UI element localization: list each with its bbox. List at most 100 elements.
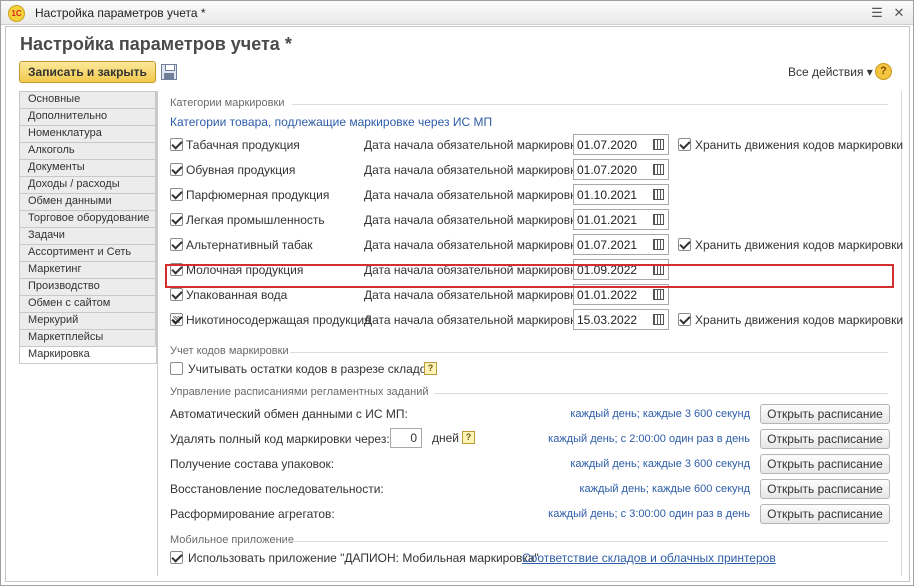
start-date-label: Дата начала обязательной маркировки:: [364, 313, 586, 327]
calendar-icon[interactable]: [650, 211, 667, 228]
start-date-field[interactable]: 01.07.2020: [573, 159, 669, 180]
calendar-icon[interactable]: [650, 286, 667, 303]
sidebar-item[interactable]: Маркетплейсы: [19, 329, 156, 346]
start-date-field[interactable]: 01.07.2021: [573, 234, 669, 255]
calendar-icon[interactable]: [650, 236, 667, 253]
keep-movements-label: Хранить движения кодов маркировки: [695, 238, 904, 252]
save-and-close-button[interactable]: Записать и закрыть: [19, 61, 156, 83]
main-window: 1С Настройка параметров учета * ☰ ✕ Наст…: [0, 0, 914, 586]
calendar-icon[interactable]: [650, 136, 667, 153]
calendar-icon[interactable]: [650, 161, 667, 178]
days-input[interactable]: 0: [390, 428, 422, 448]
calendar-icon[interactable]: [650, 186, 667, 203]
sidebar-item[interactable]: Производство: [19, 278, 156, 295]
sidebar-item[interactable]: Доходы / расходы: [19, 176, 156, 193]
sidebar-item[interactable]: Номенклатура: [19, 125, 156, 142]
calendar-glyph: [653, 289, 664, 300]
open-schedule-button[interactable]: Открыть расписание: [760, 404, 890, 424]
schedule-label: Автоматический обмен данными с ИС МП:: [170, 407, 408, 421]
open-schedule-button[interactable]: Открыть расписание: [760, 504, 890, 524]
category-checkbox[interactable]: [170, 238, 183, 251]
start-date-label: Дата начала обязательной маркировки:: [364, 163, 586, 177]
start-date-field[interactable]: 15.03.2022: [573, 309, 669, 330]
start-date-value: 01.10.2021: [577, 188, 638, 202]
highlight-frame: [165, 264, 894, 288]
calendar-glyph: [653, 139, 664, 150]
section-title-codes: Учет кодов маркировки: [170, 345, 289, 357]
divider: [292, 104, 888, 105]
sidebar-item[interactable]: Обмен с сайтом: [19, 295, 156, 312]
category-name: Парфюмерная продукция: [186, 188, 330, 202]
start-date-field[interactable]: 01.01.2021: [573, 209, 669, 230]
sidebar-item[interactable]: Дополнительно: [19, 108, 156, 125]
sidebar-item[interactable]: Меркурий: [19, 312, 156, 329]
schedule-label: Восстановление последовательности:: [170, 482, 384, 496]
open-schedule-button[interactable]: Открыть расписание: [760, 454, 890, 474]
sidebar-nav: Основные Дополнительно Номенклатура Алкогол…: [19, 91, 157, 364]
start-date-value: 15.03.2022: [577, 313, 638, 327]
start-date-field[interactable]: 01.07.2020: [573, 134, 669, 155]
sidebar-item[interactable]: Торговое оборудование: [19, 210, 156, 227]
start-date-value: 01.01.2022: [577, 288, 638, 302]
category-name: Легкая промышленность: [186, 213, 325, 227]
schedule-description-link[interactable]: каждый день; каждые 3 600 секунд: [570, 458, 750, 470]
app-logo-icon: 1С: [8, 5, 25, 22]
category-name: Никотиносодержащая продукция: [186, 313, 371, 327]
sidebar-item[interactable]: Задачи: [19, 227, 156, 244]
keep-movements-label: Хранить движения кодов маркировки: [695, 313, 904, 327]
sidebar-item[interactable]: Ассортимент и Сеть: [19, 244, 156, 261]
help-icon[interactable]: ?: [424, 362, 437, 375]
calendar-glyph: [653, 239, 664, 250]
open-schedule-button[interactable]: Открыть расписание: [760, 479, 890, 499]
divider: [157, 91, 158, 576]
keep-movements-checkbox[interactable]: [678, 138, 691, 151]
title-bar: 1С Настройка параметров учета * ☰ ✕: [1, 1, 913, 25]
open-schedule-button[interactable]: Открыть расписание: [760, 429, 890, 449]
stock-by-warehouse-checkbox[interactable]: [170, 362, 183, 375]
category-checkbox[interactable]: [170, 138, 183, 151]
use-mobile-app-checkbox[interactable]: [170, 551, 183, 564]
schedule-description-link[interactable]: каждый день; каждые 600 секунд: [580, 483, 751, 495]
schedule-label: Получение состава упаковок:: [170, 457, 335, 471]
category-checkbox[interactable]: [170, 288, 183, 301]
menu-icon[interactable]: ☰: [869, 5, 885, 21]
sidebar-item[interactable]: Маркировка: [19, 346, 156, 363]
schedule-description-link[interactable]: каждый день; с 3:00:00 один раз в день: [548, 508, 750, 520]
form-frame: Настройка параметров учета * Записать и …: [5, 26, 910, 582]
category-checkbox[interactable]: [170, 213, 183, 226]
stock-by-warehouse-label: Учитывать остатки кодов в разрезе складо…: [188, 362, 433, 376]
calendar-icon[interactable]: [650, 311, 667, 328]
keep-movements-label: Хранить движения кодов маркировки: [695, 138, 904, 152]
use-mobile-app-label: Использовать приложение "ДАПИОН: Мобильн…: [188, 551, 539, 565]
close-icon[interactable]: ✕: [891, 5, 907, 21]
sidebar-item[interactable]: Алкоголь: [19, 142, 156, 159]
keep-movements-checkbox[interactable]: [678, 238, 691, 251]
sidebar-item[interactable]: Маркетинг: [19, 261, 156, 278]
calendar-glyph: [653, 189, 664, 200]
calendar-glyph: [653, 314, 664, 325]
category-name: Альтернативный табак: [186, 238, 313, 252]
sidebar-item[interactable]: Документы: [19, 159, 156, 176]
sidebar-item[interactable]: Основные: [19, 91, 156, 108]
help-icon[interactable]: ?: [875, 63, 892, 80]
section-title-mobile: Мобильное приложение: [170, 534, 294, 546]
start-date-value: 01.07.2020: [577, 138, 638, 152]
warehouse-printers-link[interactable]: Соответствие складов и облачных принтеро…: [522, 551, 776, 565]
category-name: Табачная продукция: [186, 138, 300, 152]
all-actions-menu[interactable]: Все действия ▾: [788, 65, 873, 79]
category-name: Обувная продукция: [186, 163, 296, 177]
sidebar-item[interactable]: Обмен данными: [19, 193, 156, 210]
section-title-schedules: Управление расписаниями регламентных зад…: [170, 386, 429, 398]
page-title: Настройка параметров учета *: [20, 34, 292, 54]
start-date-label: Дата начала обязательной маркировки:: [364, 188, 586, 202]
schedule-description-link[interactable]: каждый день; с 2:00:00 один раз в день: [548, 433, 750, 445]
schedule-description-link[interactable]: каждый день; каждые 3 600 секунд: [570, 408, 750, 420]
category-checkbox[interactable]: [170, 313, 183, 326]
save-icon[interactable]: [161, 64, 177, 80]
divider: [290, 352, 888, 353]
keep-movements-checkbox[interactable]: [678, 313, 691, 326]
start-date-field[interactable]: 01.10.2021: [573, 184, 669, 205]
help-icon[interactable]: ?: [462, 431, 475, 444]
category-checkbox[interactable]: [170, 163, 183, 176]
category-checkbox[interactable]: [170, 188, 183, 201]
